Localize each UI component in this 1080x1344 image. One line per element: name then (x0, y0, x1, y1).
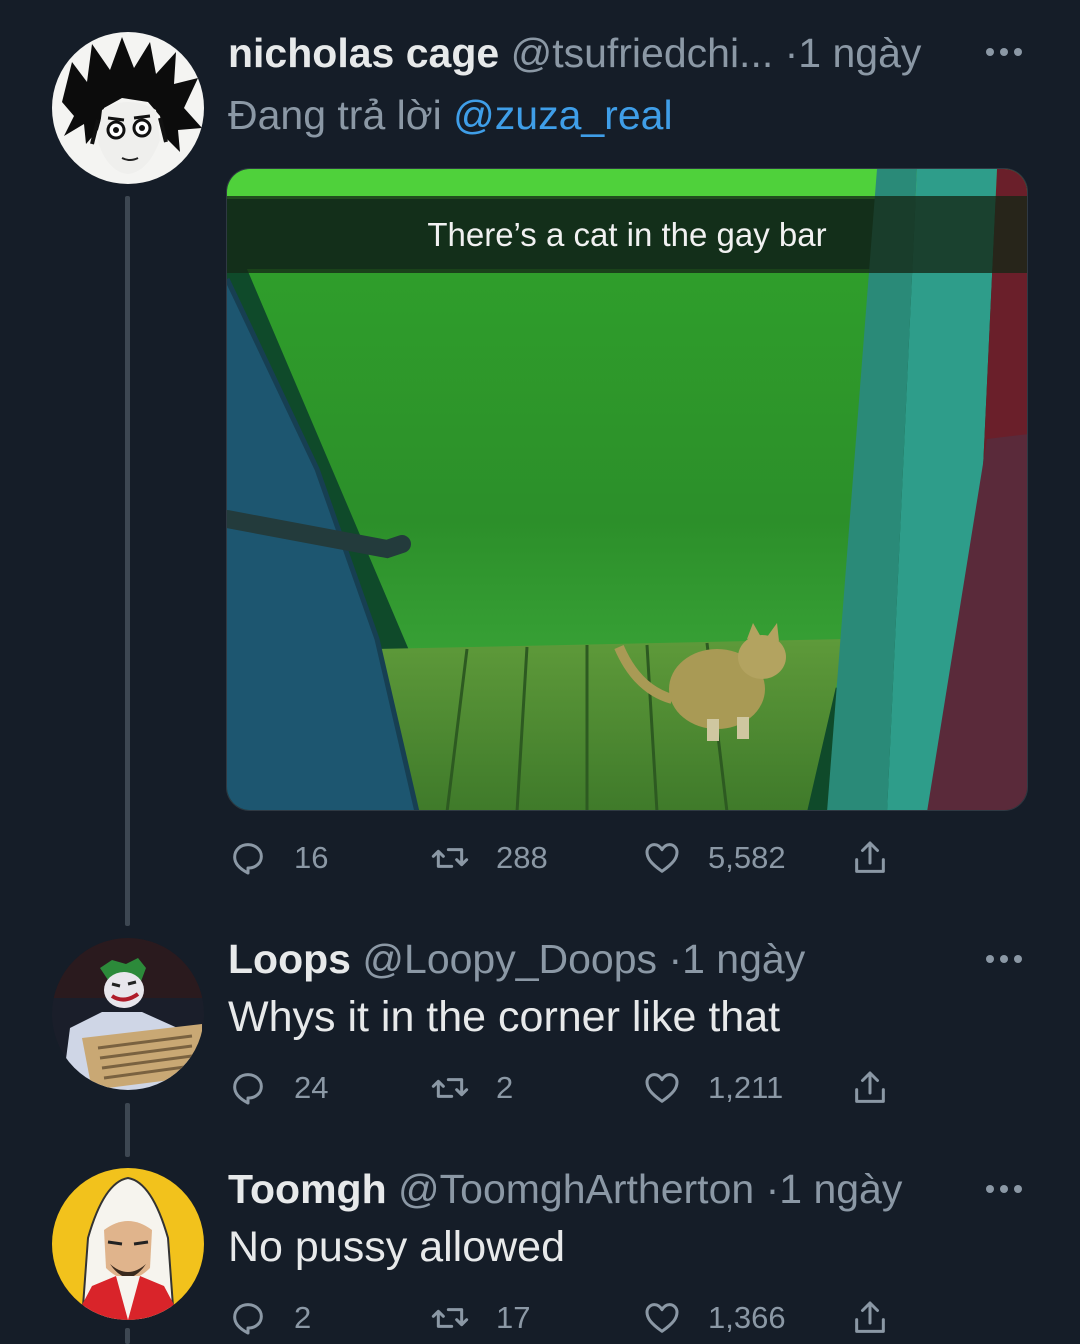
tweet-actions: 16 288 5,582 (228, 836, 908, 880)
share-button[interactable] (850, 1066, 890, 1110)
tweet-header: Toomgh @ToomghArtherton ·1 ngày (228, 1164, 902, 1214)
like-count: 1,211 (708, 1070, 784, 1105)
retweet-icon (431, 848, 469, 868)
timestamp[interactable]: 1 ngày (779, 1166, 902, 1212)
more-icon[interactable] (986, 954, 1022, 964)
avatar[interactable] (52, 938, 204, 1090)
timestamp[interactable]: 1 ngày (682, 936, 805, 982)
replying-to: Đang trả lời @zuza_real (228, 90, 673, 140)
media-caption-bar: There’s a cat in the gay bar (227, 196, 1027, 273)
tweet[interactable]: Loops @Loopy_Doops ·1 ngày Whys it in th… (0, 930, 1080, 1130)
tweet-header: nicholas cage @tsufriedchi... ·1 ngày (228, 28, 921, 78)
like-button[interactable]: 5,582 (642, 836, 786, 880)
tweet[interactable]: nicholas cage @tsufriedchi... ·1 ngày Đa… (0, 0, 1080, 910)
separator-dot: · (784, 30, 799, 76)
retweet-button[interactable]: 17 (430, 1296, 530, 1340)
reply-button[interactable]: 24 (228, 1066, 328, 1110)
heart-icon (645, 1073, 679, 1103)
tweet[interactable]: Toomgh @ToomghArtherton ·1 ngày No pussy… (0, 1160, 1080, 1344)
share-button[interactable] (850, 836, 890, 880)
more-icon[interactable] (986, 1184, 1022, 1194)
share-icon (855, 1071, 885, 1103)
share-icon (855, 841, 885, 873)
display-name[interactable]: Loops (228, 936, 351, 982)
display-name[interactable]: nicholas cage (228, 30, 499, 76)
reply-icon (233, 1303, 263, 1335)
user-handle[interactable]: @Loopy_Doops (362, 936, 657, 982)
mention-link[interactable]: @zuza_real (453, 92, 672, 138)
reply-button[interactable]: 16 (228, 836, 328, 880)
retweet-count: 2 (496, 1070, 514, 1105)
reply-count: 2 (294, 1300, 312, 1335)
media-caption: There’s a cat in the gay bar (427, 215, 827, 253)
reply-icon (233, 843, 263, 875)
separator-dot: · (765, 1166, 780, 1212)
tweet-actions: 24 2 1,211 (228, 1066, 908, 1110)
tweet-text: No pussy allowed (228, 1223, 566, 1271)
retweet-icon (431, 1308, 469, 1328)
like-count: 1,366 (708, 1300, 786, 1335)
timestamp[interactable]: 1 ngày (798, 30, 921, 76)
like-count: 5,582 (708, 840, 786, 875)
reply-icon (233, 1073, 263, 1105)
avatar[interactable] (52, 1168, 204, 1320)
more-icon[interactable] (986, 47, 1022, 57)
share-icon (855, 1301, 885, 1333)
separator-dot: · (668, 936, 683, 982)
user-handle[interactable]: @tsufriedchi... (511, 30, 774, 76)
heart-icon (645, 843, 679, 873)
reply-count: 16 (294, 840, 329, 875)
user-handle[interactable]: @ToomghArtherton (398, 1166, 754, 1212)
retweet-button[interactable]: 2 (430, 1066, 513, 1110)
display-name[interactable]: Toomgh (228, 1166, 387, 1212)
like-button[interactable]: 1,366 (642, 1296, 786, 1340)
avatar[interactable] (52, 32, 204, 184)
reply-count: 24 (294, 1070, 329, 1105)
tweet-actions: 2 17 1,366 (228, 1296, 908, 1340)
retweet-button[interactable]: 288 (430, 836, 548, 880)
tweet-text: Whys it in the corner like that (228, 993, 781, 1041)
retweet-count: 288 (496, 840, 548, 875)
share-button[interactable] (850, 1296, 890, 1340)
reply-button[interactable]: 2 (228, 1296, 311, 1340)
retweet-icon (431, 1078, 469, 1098)
like-button[interactable]: 1,211 (642, 1066, 783, 1110)
tweet-header: Loops @Loopy_Doops ·1 ngày (228, 934, 805, 984)
tweet-image[interactable]: There’s a cat in the gay bar (226, 168, 1028, 811)
heart-icon (645, 1303, 679, 1333)
replying-to-label: Đang trả lời (228, 92, 442, 138)
retweet-count: 17 (496, 1300, 531, 1335)
